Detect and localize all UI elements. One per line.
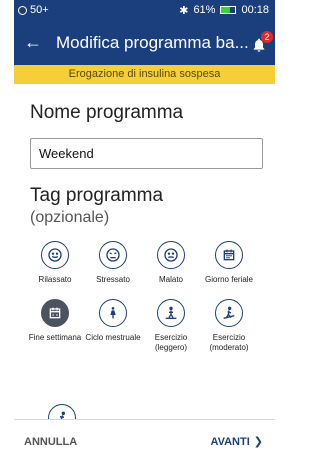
walking-icon	[157, 299, 185, 327]
program-tags-subtitle: (opzionale)	[30, 209, 110, 226]
sick-face-icon	[157, 241, 185, 269]
page-title: Modifica programma ba...	[56, 32, 249, 52]
next-button[interactable]: AVANTI ❯	[210, 435, 263, 449]
stressed-face-icon	[99, 241, 127, 269]
phone-screen: 50+ ✱ 61% 00:18 ← Modifica programma ba.…	[14, 0, 275, 463]
program-name-value: Weekend	[39, 146, 94, 161]
cancel-label: ANNULLA	[24, 435, 78, 448]
status-circle-icon	[18, 5, 27, 15]
battery-icon	[220, 6, 237, 14]
program-name-title: Nome programma	[30, 102, 184, 123]
status-right: ✱ 61% 00:18	[179, 4, 269, 17]
tag-sick[interactable]: Malato	[142, 241, 200, 285]
tag-label: Ciclo mestruale	[85, 333, 141, 342]
tag-weekday[interactable]: Giorno feriale	[200, 241, 258, 285]
suspended-banner: Erogazione di insulina sospesa	[14, 65, 275, 84]
tag-stressed[interactable]: Stressato	[84, 241, 142, 285]
battery-percent: 61%	[193, 4, 216, 16]
tag-exercise-moderate[interactable]: Esercizio (moderato)	[200, 299, 258, 353]
tag-weekend[interactable]: Fine settimana	[26, 299, 84, 353]
tag-menstrual-cycle[interactable]: Ciclo mestruale	[84, 299, 142, 353]
cancel-button[interactable]: ANNULLA	[24, 436, 77, 448]
program-name-input[interactable]: Weekend	[30, 138, 263, 169]
calendar-weekend-icon	[41, 299, 69, 327]
notifications-badge: 2	[261, 30, 273, 43]
tag-label: Stressato	[96, 275, 130, 284]
female-figure-icon	[99, 299, 127, 327]
status-bar: 50+ ✱ 61% 00:18	[14, 0, 275, 20]
tag-label: Fine settimana	[28, 333, 82, 342]
relaxed-face-icon	[41, 241, 69, 269]
tag-label: Rilassato	[38, 275, 72, 284]
back-arrow-icon[interactable]: ←	[24, 32, 46, 53]
tags-grid: Rilassato Stressato Malato Giorno ferial…	[26, 241, 275, 353]
program-tags-title: Tag programma	[30, 185, 164, 206]
tag-label: Malato	[158, 275, 183, 284]
hiking-icon	[215, 299, 243, 327]
status-time: 00:18	[241, 4, 269, 16]
next-label: AVANTI	[210, 435, 250, 448]
tag-label: Giorno feriale	[204, 275, 254, 284]
tag-exercise-light[interactable]: Esercizio (leggero)	[142, 299, 200, 353]
chevron-right-icon: ❯	[253, 436, 263, 448]
tag-relaxed[interactable]: Rilassato	[26, 241, 84, 285]
calendar-icon	[215, 241, 243, 269]
status-left-text: 50+	[30, 4, 49, 16]
status-left: 50+	[18, 4, 49, 16]
footer-bar: ANNULLA AVANTI ❯	[14, 419, 275, 463]
notifications-button[interactable]: 2	[251, 30, 273, 53]
bluetooth-icon: ✱	[179, 4, 189, 17]
tag-label: Esercizio (moderato)	[209, 333, 249, 352]
app-bar: ← Modifica programma ba... 2	[14, 20, 275, 65]
tag-label: Esercizio (leggero)	[154, 333, 188, 352]
